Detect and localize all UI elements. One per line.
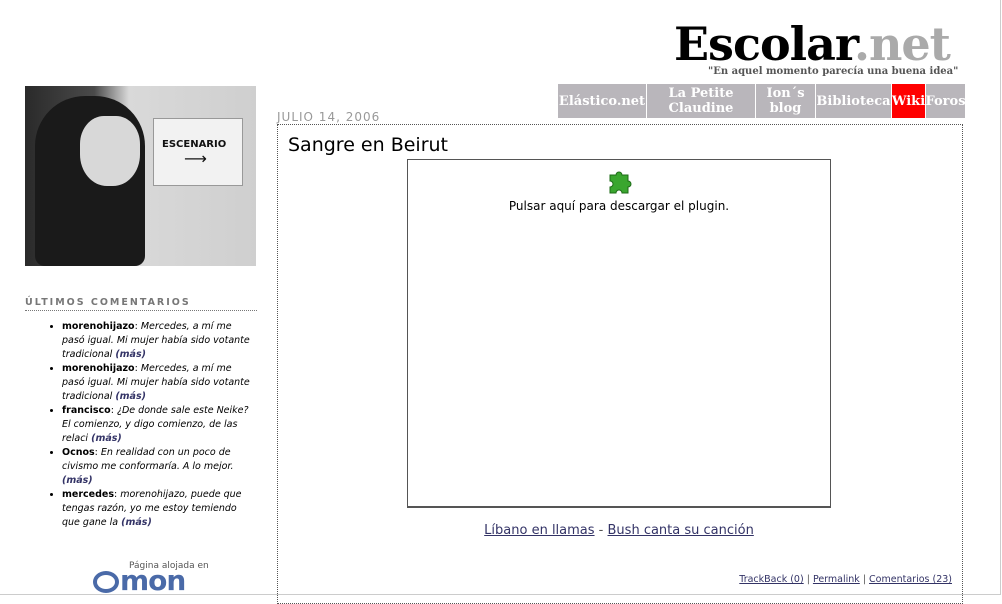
- post-date: JULIO 14, 2006: [277, 110, 381, 124]
- recent-comments-heading: ÚLTIMOS COMENTARIOS: [25, 297, 257, 311]
- nav-biblioteca[interactable]: Biblioteca: [816, 84, 892, 118]
- post-title[interactable]: Sangre en Beirut: [288, 134, 448, 156]
- comment-item: morenohijazo: Mercedes, a mí me pasó igu…: [62, 320, 252, 362]
- comments-link[interactable]: Comentarios (23): [869, 574, 952, 585]
- arrow-right-icon: ⟶: [184, 149, 207, 168]
- site-tagline: "En aquel momento parecía una buena idea…: [708, 66, 959, 77]
- comment-item: Ocnos: En realidad con un poco de civism…: [62, 446, 252, 488]
- comment-item: francisco: ¿De donde sale este Neike? El…: [62, 404, 252, 446]
- site-title[interactable]: Escolar.net: [674, 16, 951, 72]
- comment-more-link[interactable]: (más): [121, 517, 152, 528]
- nav-ions-blog[interactable]: Ion´s blog: [756, 84, 816, 118]
- hosting-logo[interactable]: mon: [93, 564, 186, 597]
- hosting-logo-text: mon: [120, 564, 186, 597]
- post-footer: TrackBack (0) | Permalink | Comentarios …: [620, 574, 952, 585]
- prev-post-link[interactable]: Líbano en llamas: [484, 523, 594, 538]
- related-separator: -: [594, 523, 608, 538]
- permalink-link[interactable]: Permalink: [813, 574, 860, 585]
- related-posts: Líbano en llamas - Bush canta su canción: [407, 523, 831, 538]
- nav-foros[interactable]: Foros: [925, 84, 966, 118]
- comment-author: francisco: [62, 405, 111, 416]
- comment-item: mercedes: morenohijazo, puede que tengas…: [62, 488, 252, 530]
- comment-author: Ocnos: [62, 447, 95, 458]
- comment-more-link[interactable]: (más): [91, 433, 122, 444]
- site-title-tld: .net: [853, 17, 951, 71]
- comment-author: morenohijazo: [62, 363, 135, 374]
- next-post-link[interactable]: Bush canta su canción: [608, 523, 754, 538]
- nav-wiki[interactable]: Wiki: [892, 84, 926, 118]
- site-title-main: Escolar: [674, 17, 855, 71]
- photo-face: [80, 116, 140, 186]
- photo-sign: ESCENARIO ⟶: [153, 118, 243, 186]
- footer-separator: |: [859, 574, 870, 585]
- top-nav: Elástico.net La Petite Claudine Ion´s bl…: [558, 84, 966, 118]
- comment-author: mercedes: [62, 489, 114, 500]
- recent-comments-list: morenohijazo: Mercedes, a mí me pasó igu…: [40, 320, 252, 530]
- comment-more-link[interactable]: (más): [115, 349, 146, 360]
- puzzle-piece-icon[interactable]: [607, 168, 633, 194]
- comment-more-link[interactable]: (más): [115, 391, 146, 402]
- trackback-link[interactable]: TrackBack (0): [739, 574, 803, 585]
- header-photo: ESCENARIO ⟶: [25, 86, 256, 266]
- nav-la-petite-claudine[interactable]: La Petite Claudine: [647, 84, 756, 118]
- comment-author: morenohijazo: [62, 321, 135, 332]
- comment-more-link[interactable]: (más): [62, 475, 93, 486]
- nav-elastico[interactable]: Elástico.net: [558, 84, 647, 118]
- plugin-download-text[interactable]: Pulsar aquí para descargar el plugin.: [407, 199, 831, 213]
- footer-separator: |: [803, 574, 813, 585]
- comment-item: morenohijazo: Mercedes, a mí me pasó igu…: [62, 362, 252, 404]
- omon-logo-icon: [93, 571, 119, 593]
